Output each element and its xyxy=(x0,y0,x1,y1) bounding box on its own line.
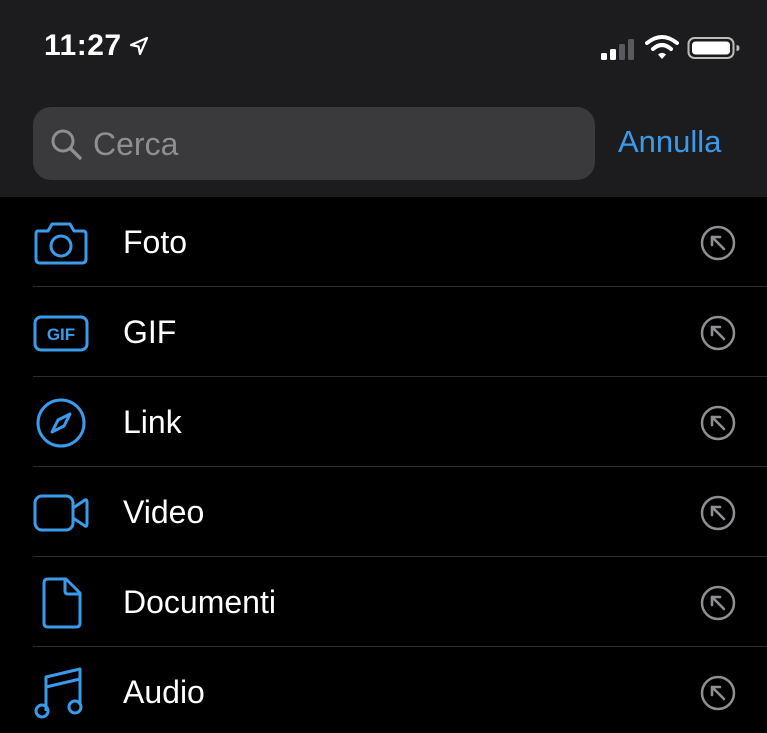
arrow-up-left-circle-icon xyxy=(700,405,736,441)
list-item-label: Link xyxy=(123,404,182,440)
arrow-up-left-circle-icon xyxy=(700,675,736,711)
location-arrow-icon xyxy=(129,36,149,56)
list-item-audio[interactable]: Audio xyxy=(0,647,767,733)
battery-icon xyxy=(687,37,740,59)
video-camera-icon xyxy=(33,494,89,532)
list-item-video[interactable]: Video xyxy=(0,467,767,557)
search-input[interactable]: Cerca xyxy=(33,107,595,180)
list-item-label: Documenti xyxy=(123,584,276,620)
header: 11:27 Cerca Annulla xyxy=(0,0,767,197)
list-item-foto[interactable]: Foto xyxy=(0,197,767,287)
compass-icon xyxy=(36,398,86,448)
document-icon xyxy=(42,577,82,629)
camera-icon xyxy=(34,222,88,265)
arrow-up-left-circle-icon xyxy=(700,225,736,261)
list-item-gif[interactable]: GIF GIF xyxy=(0,287,767,377)
music-note-icon xyxy=(34,667,83,719)
list-item-label: GIF xyxy=(123,314,177,350)
arrow-up-left-circle-icon xyxy=(700,585,736,621)
cancel-button[interactable]: Annulla xyxy=(618,122,721,162)
gif-icon-text: GIF xyxy=(47,325,75,344)
status-bar: 11:27 xyxy=(0,0,767,95)
cellular-signal-icon xyxy=(601,39,634,60)
list-item-label: Audio xyxy=(123,674,205,710)
list-item-link[interactable]: Link xyxy=(0,377,767,467)
status-time: 11:27 xyxy=(44,29,122,62)
wifi-icon xyxy=(645,35,679,59)
list-item-documenti[interactable]: Documenti xyxy=(0,557,767,647)
gif-icon: GIF xyxy=(33,315,89,352)
share-picker-screen: 11:27 Cerca Annulla Foto GIF GIF Link Vi… xyxy=(0,0,767,733)
list-item-label: Foto xyxy=(123,224,188,260)
arrow-up-left-circle-icon xyxy=(700,315,736,351)
arrow-up-left-circle-icon xyxy=(700,495,736,531)
list-item-label: Video xyxy=(123,494,205,530)
search-icon xyxy=(51,129,82,160)
search-placeholder: Cerca xyxy=(93,126,179,162)
